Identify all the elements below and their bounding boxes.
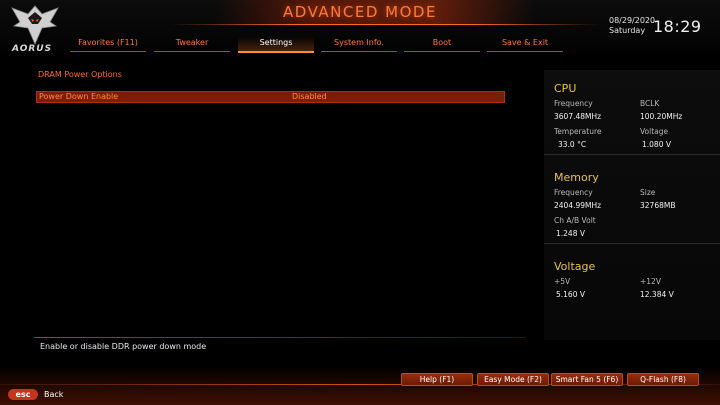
tab-favorites[interactable]: Favorites (F11) [70,37,146,52]
cpu-divider [544,154,720,155]
cpu-bclk-value: 100.20MHz [640,112,683,121]
memory-chab-value: 1.248 V [556,229,585,238]
option-label: Power Down Enable [39,92,119,101]
tab-tweaker[interactable]: Tweaker [154,37,230,52]
voltage-5v-value: 5.160 V [556,290,585,299]
hardware-status-panel: CPU Frequency BCLK 3607.48MHz 100.20MHz … [544,70,720,370]
tab-save-exit[interactable]: Save & Exit [487,37,563,52]
clock-time: 18:29 [653,17,702,36]
memory-frequency-value: 2404.99MHz [554,201,602,210]
cpu-temperature-value: 33.0 °C [558,140,587,149]
help-button[interactable]: Help (F1) [401,373,473,386]
section-title: DRAM Power Options [38,70,122,79]
option-value[interactable]: Disabled [292,92,327,102]
back-label: Back [44,390,64,399]
cpu-voltage-label: Voltage [640,127,669,136]
memory-frequency-label: Frequency [554,188,593,197]
memory-size-label: Size [640,188,656,197]
memory-size-value: 32768MB [640,201,676,210]
smart-fan-button[interactable]: Smart Fan 5 (F6) [551,373,623,386]
cpu-bclk-label: BCLK [640,99,660,108]
voltage-5v-label: +5V [554,277,571,286]
easy-mode-button[interactable]: Easy Mode (F2) [477,373,549,386]
main-tabs: Favorites (F11) Tweaker Settings System … [70,37,570,53]
memory-divider [544,243,720,244]
header-divider [170,24,600,25]
voltage-12v-label: +12V [640,277,661,286]
tab-boot[interactable]: Boot [404,37,480,52]
help-text: Enable or disable DDR power down mode [40,342,207,351]
day-text: Saturday [609,26,646,35]
tab-system-info[interactable]: System Info. [321,37,397,52]
memory-chab-label: Ch A/B Volt [554,216,596,225]
tab-settings[interactable]: Settings [238,37,314,53]
cpu-temperature-label: Temperature [554,127,602,136]
help-divider [34,337,526,338]
brand-logo-text: AORUS [12,44,53,54]
date-text: 08/29/2020 [609,16,656,25]
cpu-frequency-label: Frequency [554,99,593,108]
voltage-heading: Voltage [554,260,596,273]
voltage-12v-value: 12.384 V [640,290,674,299]
cpu-heading: CPU [554,82,577,95]
cpu-voltage-value: 1.080 V [642,140,671,149]
option-power-down-enable[interactable]: Power Down Enable Disabled [36,91,505,103]
cpu-frequency-value: 3607.48MHz [554,112,602,121]
memory-heading: Memory [554,171,599,184]
datetime-block: 08/29/2020 Saturday 18:29 [609,16,719,42]
q-flash-button[interactable]: Q-Flash (F8) [627,373,699,386]
esc-back-button[interactable]: esc [8,389,38,400]
